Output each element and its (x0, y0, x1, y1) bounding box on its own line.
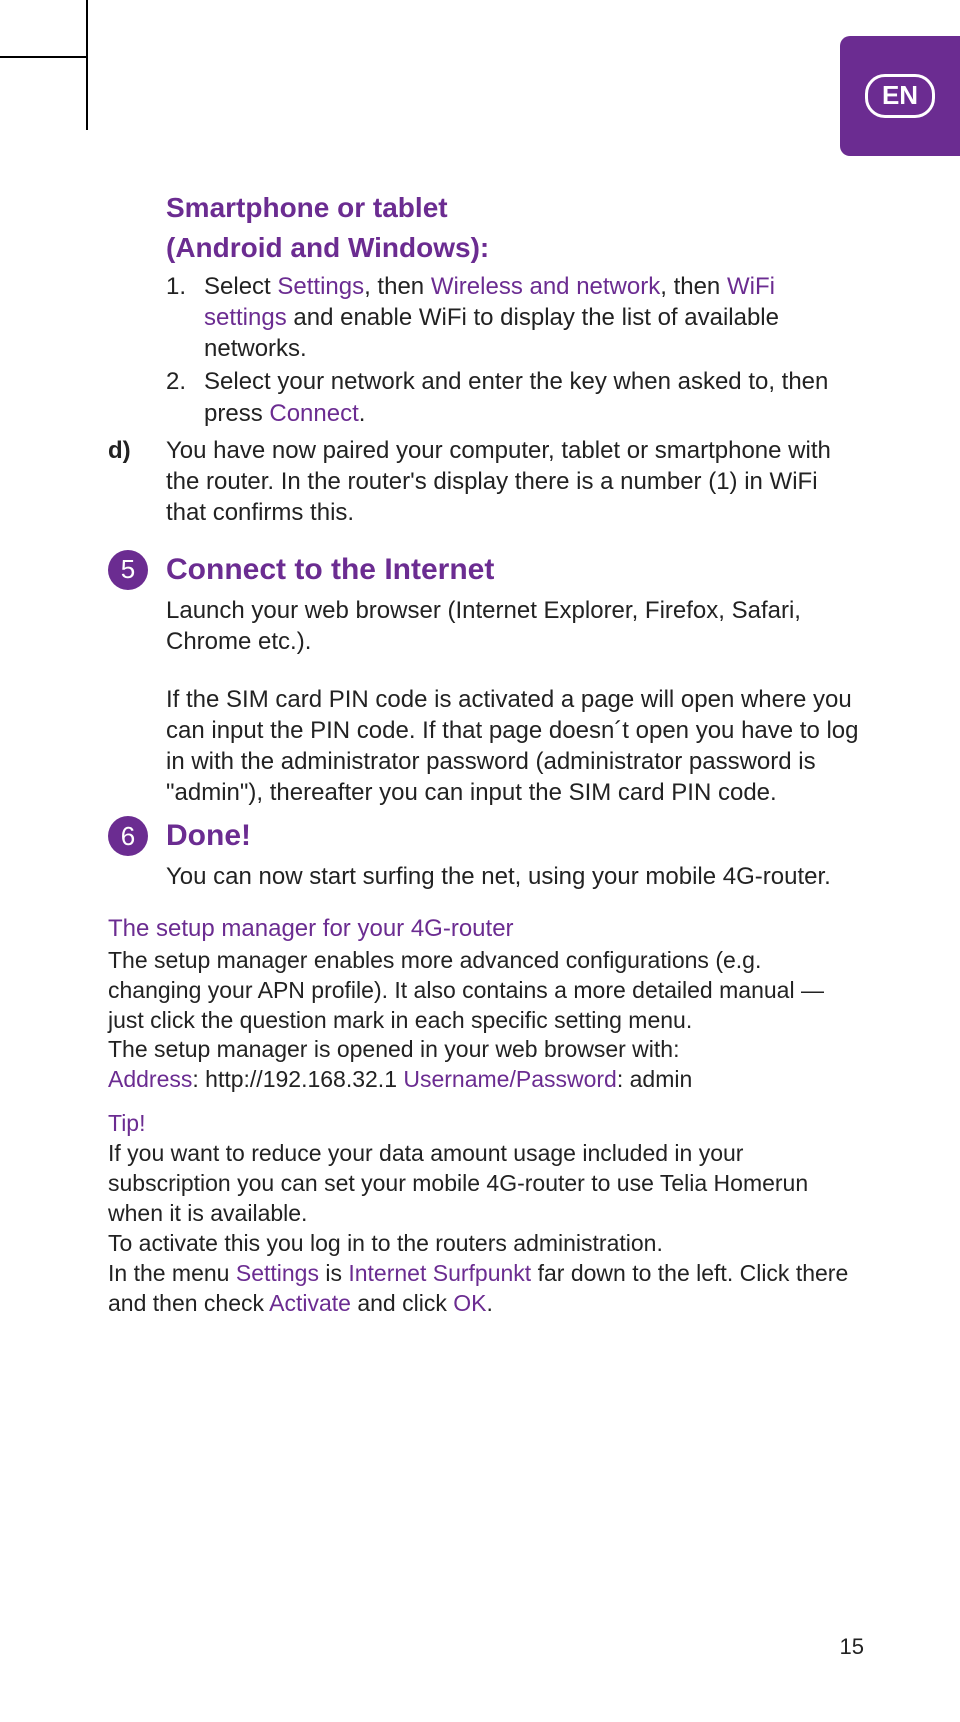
language-tab: EN (840, 36, 960, 156)
step-2: 2. Select your network and enter the key… (166, 366, 860, 428)
setup-manager-body: The setup manager enables more advanced … (108, 946, 860, 1036)
wireless-keyword: Wireless and network (431, 273, 660, 300)
step-6-row: 6 Done! You can now start surfing the ne… (108, 816, 860, 892)
step-1-number: 1. (166, 271, 204, 365)
step-5-p1: Launch your web browser (Internet Explor… (166, 595, 860, 657)
tip-line2: To activate this you log in to the route… (108, 1229, 860, 1259)
setup-manager-credentials: Address: http://192.168.32.1 Username/Pa… (108, 1065, 860, 1095)
step-1: 1. Select Settings, then Wireless and ne… (166, 271, 860, 365)
text: and enable WiFi to display the list of a… (204, 304, 779, 362)
address-value: : http://192.168.32.1 (192, 1066, 403, 1092)
device-heading-line2: (Android and Windows): (166, 230, 860, 266)
device-heading-line1: Smartphone or tablet (166, 190, 860, 226)
internet-surfpunkt-keyword: Internet Surfpunkt (348, 1260, 531, 1286)
text: In the menu (108, 1260, 236, 1286)
userpass-label: Username/Password (403, 1066, 616, 1092)
step-1-text: Select Settings, then Wireless and netwo… (204, 271, 860, 365)
step-6-badge: 6 (108, 816, 148, 856)
tip-label: Tip! (108, 1109, 860, 1139)
settings-keyword: Settings (277, 273, 364, 300)
page-content: Smartphone or tablet (Android and Window… (108, 190, 860, 1318)
text: . (359, 400, 366, 427)
tip-line1: If you want to reduce your data amount u… (108, 1139, 860, 1229)
tip-line3: In the menu Settings is Internet Surfpun… (108, 1259, 860, 1319)
activate-keyword: Activate (269, 1290, 351, 1316)
text: and click (351, 1290, 453, 1316)
step-6-p1: You can now start surfing the net, using… (166, 861, 860, 892)
settings-menu-keyword: Settings (236, 1260, 319, 1286)
setup-manager-heading: The setup manager for your 4G-router (108, 913, 860, 944)
crop-mark-vertical (86, 0, 88, 130)
step-d-marker: d) (108, 435, 166, 529)
step-6-title: Done! (166, 816, 860, 855)
text: . (486, 1290, 492, 1316)
text: is (319, 1260, 348, 1286)
page-number: 15 (840, 1633, 864, 1662)
ok-keyword: OK (453, 1290, 486, 1316)
step-5-title: Connect to the Internet (166, 550, 860, 589)
text: , then (364, 273, 431, 300)
step-5-badge: 5 (108, 550, 148, 590)
address-label: Address (108, 1066, 192, 1092)
setup-manager-open-line: The setup manager is opened in your web … (108, 1035, 860, 1065)
step-2-number: 2. (166, 366, 204, 428)
text: Select (204, 273, 277, 300)
step-5-row: 5 Connect to the Internet Launch your we… (108, 550, 860, 808)
connect-keyword: Connect (269, 400, 358, 427)
step-d: d) You have now paired your computer, ta… (108, 435, 860, 529)
step-2-text: Select your network and enter the key wh… (204, 366, 860, 428)
step-5-p2: If the SIM card PIN code is activated a … (166, 684, 860, 809)
step-d-text: You have now paired your computer, table… (166, 435, 860, 529)
text: , then (660, 273, 727, 300)
language-badge: EN (865, 74, 935, 118)
userpass-value: : admin (617, 1066, 692, 1092)
crop-mark-horizontal (0, 56, 86, 58)
